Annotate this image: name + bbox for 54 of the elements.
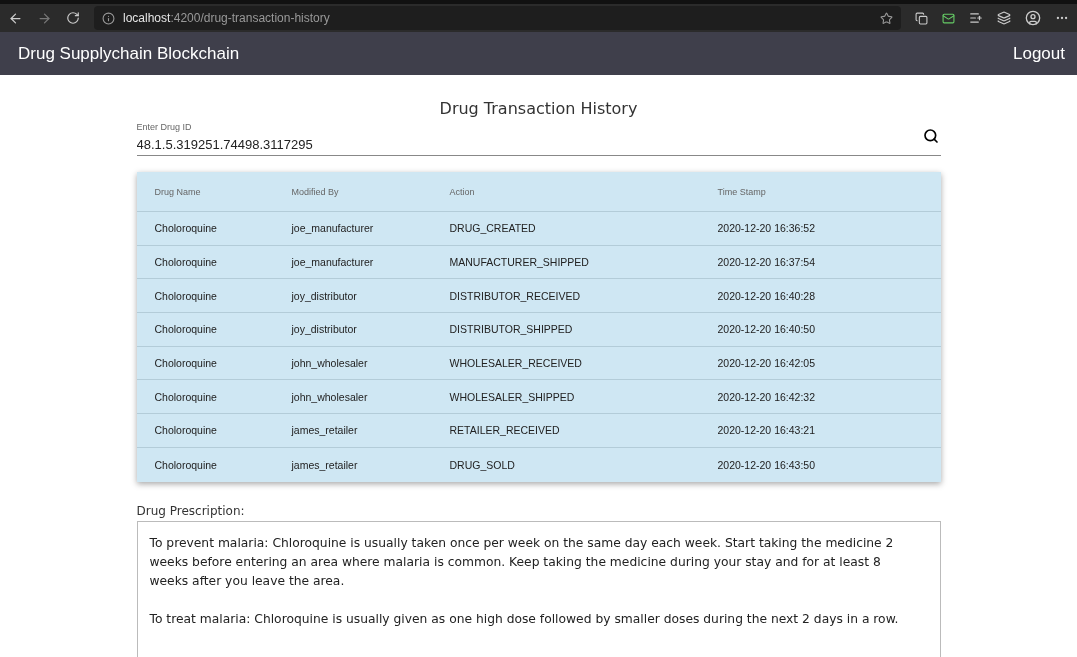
collections-icon[interactable] xyxy=(997,11,1011,25)
column-header: Time Stamp xyxy=(717,186,767,197)
logout-link[interactable]: Logout xyxy=(1013,43,1065,64)
table-cell-text: joe_manufacturer xyxy=(291,222,375,235)
drug-id-field[interactable]: 48.1.5.319251.74498.3117295 xyxy=(136,137,923,152)
table-cell-text: 2020-12-20 16:42:32 xyxy=(717,390,816,403)
prescription-label: Drug Prescription: xyxy=(136,503,246,518)
table-cell-text: RETAILER_RECEIVED xyxy=(449,424,561,437)
table-cell-text: Choloroquine xyxy=(154,323,218,336)
profile-icon[interactable] xyxy=(1025,10,1041,26)
table-cell-text: 2020-12-20 16:40:28 xyxy=(717,289,816,302)
table-cell-text: 2020-12-20 16:37:54 xyxy=(717,256,816,269)
table-cell-text: DISTRIBUTOR_SHIPPED xyxy=(449,323,574,336)
table-cell-text: DRUG_CREATED xyxy=(449,222,537,235)
table-cell-text: joe_manufacturer xyxy=(291,256,375,269)
prescription-field[interactable]: To prevent malaria: Chloroquine is usually taken once per week on the same day each week. Start taking the medicine 2 weeks before entering an area where malaria is common. Keep taking the medicine during your stay and for at least 8 weeks after you leave the area. To treat malaria: Chloroquine is usually given as one high dose followed by smaller doses during the next 2 days in a row. xyxy=(136,520,941,657)
table-cell-text: 2020-12-20 16:43:50 xyxy=(717,458,816,471)
table-cell-text: 2020-12-20 16:43:21 xyxy=(717,424,816,437)
table-cell-text: joy_distributor xyxy=(291,289,358,302)
table-cell-text: joy_distributor xyxy=(291,323,358,336)
table-cell-text: Choloroquine xyxy=(154,424,218,437)
forward-icon[interactable] xyxy=(37,10,52,26)
column-header: Modified By xyxy=(291,186,340,197)
table-cell-text: Choloroquine xyxy=(154,390,218,403)
address-bar[interactable]: localhost:4200/drug-transaction-history xyxy=(94,6,901,30)
search-icon[interactable] xyxy=(922,128,939,144)
column-header: Action xyxy=(449,186,476,197)
table-cell-text: Choloroquine xyxy=(154,458,218,471)
column-header: Drug Name xyxy=(154,186,202,197)
table-cell-text: DISTRIBUTOR_RECEIVED xyxy=(449,289,581,302)
star-icon[interactable] xyxy=(880,11,893,25)
refresh-icon[interactable] xyxy=(66,11,80,25)
url-text: localhost:4200/drug-transaction-history xyxy=(123,11,330,25)
table-cell-text: 2020-12-20 16:40:50 xyxy=(717,323,816,336)
table-cell-text: 2020-12-20 16:36:52 xyxy=(717,222,816,235)
back-icon[interactable] xyxy=(8,10,23,26)
table-cell-text: john_wholesaler xyxy=(291,390,369,403)
info-icon[interactable] xyxy=(102,11,115,25)
table-cell-text: Choloroquine xyxy=(154,289,218,302)
app-title: Drug Supplychain Blockchain xyxy=(18,43,240,64)
page-title: Drug Transaction History xyxy=(438,99,639,118)
mail-icon[interactable] xyxy=(942,11,955,25)
table-cell-text: DRUG_SOLD xyxy=(449,458,516,471)
table-cell-text: Choloroquine xyxy=(154,256,218,269)
table-cell-text: james_retailer xyxy=(291,424,359,437)
table-cell-text: 2020-12-20 16:42:05 xyxy=(717,357,816,370)
table-cell-text: james_retailer xyxy=(291,458,359,471)
field-label: Enter Drug ID xyxy=(136,122,193,132)
table-cell-text: john_wholesaler xyxy=(291,357,369,370)
table-cell-text: Choloroquine xyxy=(154,357,218,370)
table-cell-text: Choloroquine xyxy=(154,222,218,235)
table-cell-text: WHOLESALER_SHIPPED xyxy=(449,390,576,403)
table-cell-text: MANUFACTURER_SHIPPED xyxy=(449,256,590,269)
table-cell-text: WHOLESALER_RECEIVED xyxy=(449,357,583,370)
